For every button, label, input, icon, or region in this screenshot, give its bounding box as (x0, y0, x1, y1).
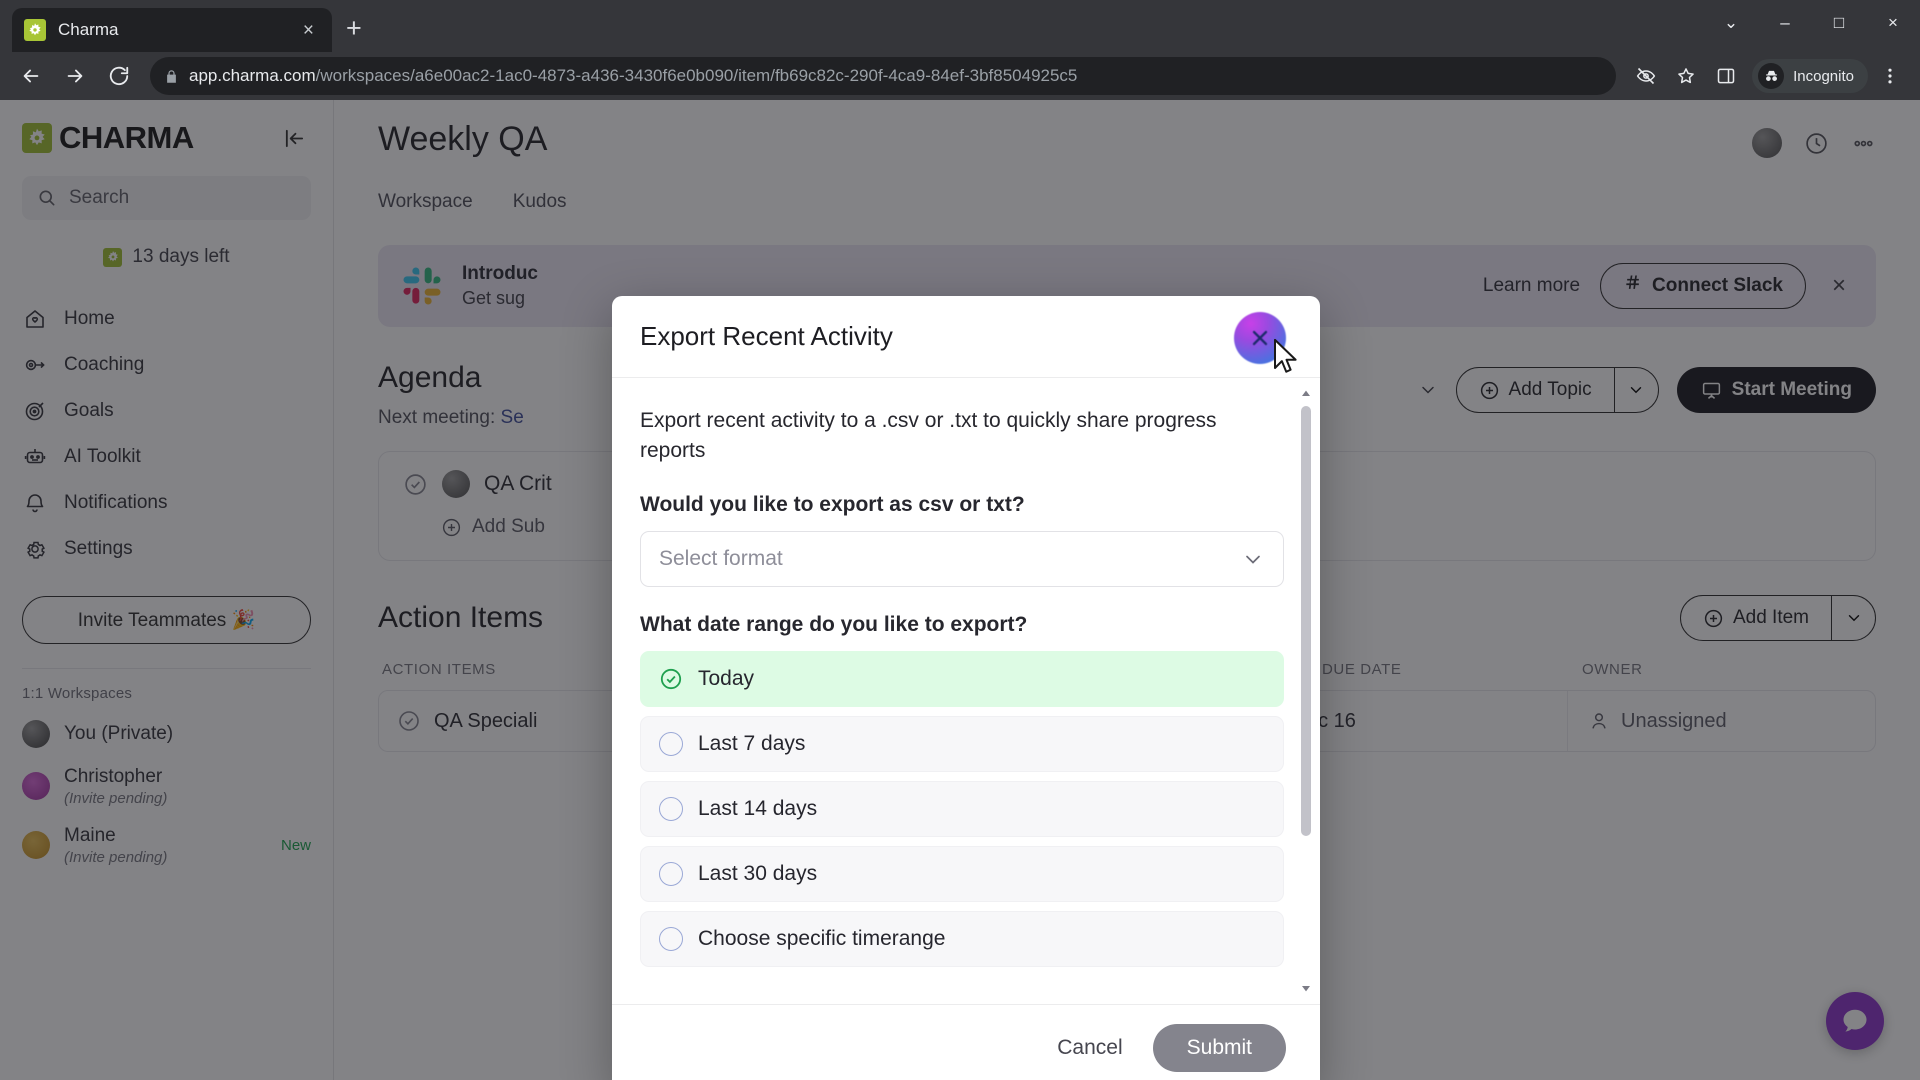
modal-footer: Cancel Submit (612, 1004, 1320, 1080)
browser-toolbar: app.charma.com/workspaces/a6e00ac2-1ac0-… (0, 52, 1920, 100)
format-select-placeholder: Select format (659, 546, 783, 570)
date-option-last-30-days[interactable]: Last 30 days (640, 845, 1284, 902)
date-option-today[interactable]: Today (640, 650, 1284, 707)
incognito-icon (1758, 63, 1785, 89)
date-range-options: Today Last 7 days Last 14 days Last 30 d… (640, 650, 1284, 967)
scroll-up-arrow-icon[interactable] (1298, 386, 1314, 402)
profile-incognito-button[interactable]: Incognito (1752, 59, 1868, 93)
close-modal-button[interactable] (1234, 312, 1286, 364)
submit-button[interactable]: Submit (1152, 1023, 1286, 1072)
modal-header: Export Recent Activity (612, 296, 1320, 378)
modal-body: Export recent activity to a .csv or .txt… (612, 378, 1320, 1004)
new-tab-button[interactable]: + (332, 11, 376, 46)
lock-icon (164, 69, 179, 84)
radio-unchecked-icon (659, 731, 683, 756)
url-domain: app.charma.com (189, 66, 316, 85)
minimize-button[interactable]: – (1758, 0, 1812, 46)
modal-title: Export Recent Activity (640, 321, 893, 351)
date-option-label: Last 30 days (698, 861, 818, 885)
date-option-last-14-days[interactable]: Last 14 days (640, 780, 1284, 837)
radio-unchecked-icon (659, 796, 683, 821)
tab-search-icon[interactable]: ⌄ (1704, 0, 1758, 46)
charma-logo-icon (24, 19, 46, 41)
chrome-menu-icon[interactable] (1872, 58, 1908, 94)
reload-button[interactable] (100, 57, 138, 95)
format-select[interactable]: Select format (640, 530, 1284, 587)
format-question-label: Would you like to export as csv or txt? (640, 492, 1025, 516)
modal-scrollbar[interactable] (1298, 386, 1314, 996)
modal-description: Export recent activity to a .csv or .txt… (640, 409, 1217, 463)
window-controls: ⌄ – □ × (1704, 0, 1920, 46)
chevron-down-icon (1246, 555, 1260, 564)
address-bar-url: app.charma.com/workspaces/a6e00ac2-1ac0-… (189, 66, 1077, 86)
cancel-button[interactable]: Cancel (1057, 1036, 1122, 1060)
back-button[interactable] (12, 57, 50, 95)
date-option-label: Today (698, 666, 755, 690)
date-range-question-label: What date range do you like to export? (640, 612, 1028, 636)
forward-button[interactable] (56, 57, 94, 95)
close-icon (1252, 330, 1268, 346)
close-tab-icon[interactable]: × (297, 18, 320, 43)
browser-tab[interactable]: Charma × (12, 8, 332, 52)
radio-checked-icon (659, 667, 683, 691)
radio-unchecked-icon (659, 926, 683, 951)
profile-label: Incognito (1793, 67, 1854, 85)
side-panel-icon[interactable] (1708, 58, 1744, 94)
browser-tab-title: Charma (58, 20, 119, 39)
browser-chrome: Charma × + ⌄ – □ × app.charma.com/worksp… (0, 0, 1920, 100)
maximize-button[interactable]: □ (1812, 0, 1866, 46)
scrollbar-thumb[interactable] (1301, 406, 1311, 836)
date-option-choose-specific-timerange[interactable]: Choose specific timerange (640, 910, 1284, 967)
radio-unchecked-icon (659, 861, 683, 886)
bookmark-star-icon[interactable] (1668, 58, 1704, 94)
url-path: /workspaces/a6e00ac2-1ac0-4873-a436-3430… (315, 66, 1078, 85)
third-party-cookie-icon[interactable] (1628, 58, 1664, 94)
date-option-label: Last 14 days (698, 796, 818, 820)
export-recent-activity-modal: Export Recent Activity Export recent act… (612, 296, 1320, 1080)
close-window-button[interactable]: × (1866, 0, 1920, 46)
date-option-label: Last 7 days (698, 731, 806, 755)
date-option-last-7-days[interactable]: Last 7 days (640, 715, 1284, 772)
app-viewport: CHARMA 13 days left Home (0, 100, 1920, 1080)
tab-strip: Charma × + ⌄ – □ × (0, 0, 1920, 52)
address-bar[interactable]: app.charma.com/workspaces/a6e00ac2-1ac0-… (150, 57, 1617, 95)
toolbar-right: Incognito (1628, 58, 1908, 94)
scroll-down-arrow-icon[interactable] (1298, 980, 1314, 996)
date-option-label: Choose specific timerange (698, 926, 946, 950)
